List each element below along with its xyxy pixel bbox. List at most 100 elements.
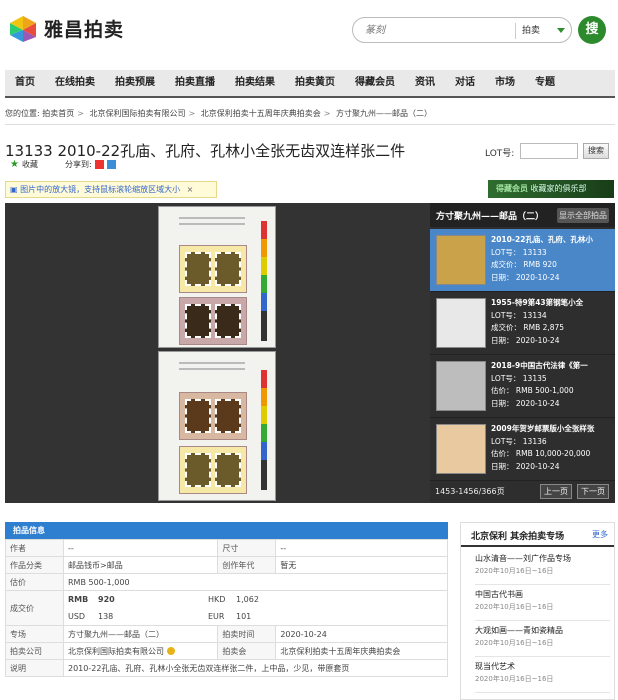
- panel-divider: [461, 545, 614, 547]
- company-value[interactable]: 北京保利国际拍卖有限公司: [68, 647, 164, 656]
- description-label: 说明: [5, 659, 64, 677]
- session-name[interactable]: 中国古代书画: [475, 589, 610, 600]
- show-all-button[interactable]: 显示全部拍品: [557, 208, 609, 223]
- breadcrumb-current[interactable]: 方寸聚九州——邮品（二）: [336, 109, 432, 118]
- auction-value[interactable]: 北京保利拍卖十五周年庆典拍卖会: [275, 642, 448, 660]
- session-list-item[interactable]: 山水清音——刘广作品专场 2020年10月16日~16日: [475, 553, 610, 585]
- lot-title[interactable]: 2009年贺岁邮票版小全张样张: [491, 423, 611, 436]
- collect-label: 收藏: [21, 160, 38, 169]
- search-input[interactable]: [365, 21, 505, 39]
- lot-number-label: LOT号:: [485, 149, 515, 159]
- breadcrumb-link[interactable]: 北京保利国际拍卖有限公司: [90, 109, 186, 118]
- author-label: 作者: [5, 539, 64, 557]
- sidebar-lot-item[interactable]: 2009年贺岁邮票版小全张样张 LOT号： 13136 估价： RMB 10,000…: [430, 418, 615, 481]
- search-category-select[interactable]: 拍卖: [522, 23, 540, 36]
- image-icon: ▣: [10, 185, 18, 194]
- lot-thumbnail[interactable]: [436, 361, 486, 411]
- sheet-text-line: [179, 368, 245, 370]
- stamp-sheet-image[interactable]: [158, 351, 276, 501]
- qzone-share-icon[interactable]: [106, 160, 116, 169]
- sheet-text-line: [179, 362, 245, 364]
- auction-label: 拍卖会: [217, 642, 277, 660]
- stamp-sheet-image[interactable]: [158, 206, 276, 348]
- company-cell[interactable]: 北京保利国际拍卖有限公司: [62, 642, 219, 660]
- lot-thumbnail[interactable]: [436, 235, 486, 285]
- hkd-label: HKD: [208, 595, 226, 604]
- nav-item[interactable]: 首页: [5, 70, 45, 96]
- member-slogan: 收藏家的俱乐部: [530, 184, 587, 193]
- nav-item[interactable]: 专题: [525, 70, 565, 96]
- session-date: 2020年10月16日~16日: [475, 603, 554, 611]
- nav-item[interactable]: 在线拍卖: [45, 70, 105, 96]
- image-viewer[interactable]: [5, 203, 430, 503]
- collect-button[interactable]: ★ 收藏: [10, 159, 38, 170]
- session-value[interactable]: 方寸聚九州——邮品（二）: [62, 625, 219, 643]
- prev-page-button[interactable]: 上一页: [540, 484, 572, 499]
- nav-item[interactable]: 资讯: [405, 70, 445, 96]
- session-list-item[interactable]: 现当代艺术 2020年10月16日~16日: [475, 661, 610, 693]
- sidebar-pager: 1453-1456/366页 上一页 下一页: [430, 481, 615, 503]
- lot-summary: 2018-9中国古代法律《第一 LOT号： 13135 估价： RMB 500-1,…: [491, 360, 611, 410]
- author-value: --: [62, 539, 219, 557]
- description-value: 2010-22孔庙、孔府、孔林小全张无齿双连样张二件，上中品，少见，带原套页: [63, 659, 448, 677]
- zoom-tip-text: 图片中的放大镜，支持鼠标滚轮缩放区域大小: [20, 185, 181, 194]
- weibo-share-icon[interactable]: [94, 160, 104, 169]
- logo-text[interactable]: 雅昌拍卖: [44, 15, 124, 42]
- sidebar-header: 方寸聚九州——邮品（二） 显示全部拍品: [430, 203, 615, 227]
- session-name[interactable]: 山水清音——刘广作品专场: [475, 553, 610, 564]
- stamp: [185, 304, 211, 338]
- lot-title[interactable]: 2010-22孔庙、孔府、孔林小: [491, 234, 611, 247]
- nav-item[interactable]: 市场: [485, 70, 525, 96]
- stamp: [185, 453, 211, 487]
- breadcrumb-link[interactable]: 北京保利拍卖十五周年庆典拍卖会: [201, 109, 321, 118]
- eur-value: 101: [236, 612, 252, 621]
- lot-thumbnail[interactable]: [436, 424, 486, 474]
- lot-thumbnail[interactable]: [436, 298, 486, 348]
- sidebar-title: 方寸聚九州——邮品（二）: [436, 212, 545, 222]
- sidebar-lot-item[interactable]: 2010-22孔庙、孔府、孔林小 LOT号： 13133 成交价： RMB 920 日…: [430, 229, 615, 292]
- chevron-down-icon[interactable]: [557, 28, 565, 33]
- lot-lot: LOT号： 13136: [491, 436, 547, 446]
- more-link[interactable]: 更多: [592, 529, 608, 540]
- nav-item[interactable]: 拍卖直播: [165, 70, 225, 96]
- session-name[interactable]: 现当代艺术: [475, 661, 610, 672]
- search-button[interactable]: 搜: [578, 16, 606, 44]
- category-value[interactable]: 邮品钱币>邮品: [62, 556, 219, 574]
- nav-item[interactable]: 得藏会员: [345, 70, 405, 96]
- year-label: 创作年代: [217, 556, 277, 574]
- lot-summary: 2010-22孔庙、孔府、孔林小 LOT号： 13133 成交价： RMB 920 日…: [491, 234, 611, 284]
- breadcrumb-lead: 您的位置:: [5, 109, 40, 118]
- breadcrumb-link[interactable]: 拍卖首页: [42, 109, 74, 118]
- search-box: 拍卖: [352, 17, 572, 43]
- close-icon[interactable]: ×: [187, 185, 194, 194]
- lot-search-button[interactable]: 搜索: [583, 143, 609, 159]
- artron-logo-icon[interactable]: [8, 14, 38, 44]
- main-nav: 首页 在线拍卖 拍卖预展 拍卖直播 拍卖结果 拍卖黄页 得藏会员 资讯 对话 市场 专题: [5, 70, 615, 96]
- table-row: 专场 方寸聚九州——邮品（二） 拍卖时间 2020-10-24: [5, 625, 448, 643]
- nav-item[interactable]: 对话: [445, 70, 485, 96]
- session-list-item[interactable]: 中国古代书画 2020年10月16日~16日: [475, 589, 610, 621]
- estimate-value: RMB 500-1,000: [63, 573, 448, 591]
- lot-info-table: 作者 -- 尺寸 -- 作品分类 邮品钱币>邮品 创作年代 暂无 估价 RMB …: [5, 539, 448, 677]
- lot-title[interactable]: 1955-特9第43第钢笔小全: [491, 297, 611, 310]
- lot-title[interactable]: 2018-9中国古代法律《第一: [491, 360, 611, 373]
- other-sessions-panel: 北京保利 其余拍卖专场 更多 山水清音——刘广作品专场 2020年10月16日~1…: [460, 522, 615, 700]
- member-brand: 得藏会员: [496, 184, 528, 193]
- lot-lot: LOT号： 13133: [491, 247, 547, 257]
- nav-item[interactable]: 拍卖预展: [105, 70, 165, 96]
- year-value: 暂无: [275, 556, 448, 574]
- lot-number-input[interactable]: [520, 143, 578, 159]
- time-value: 2020-10-24: [275, 625, 448, 643]
- sidebar-lot-item[interactable]: 1955-特9第43第钢笔小全 LOT号： 13134 成交价： RMB 2,875…: [430, 292, 615, 355]
- nav-item[interactable]: 拍卖结果: [225, 70, 285, 96]
- member-banner[interactable]: 得藏会员 收藏家的俱乐部: [488, 180, 614, 198]
- session-name[interactable]: 大观如画——青如瓷精品: [475, 625, 610, 636]
- share-bar: 分享到:: [65, 159, 116, 170]
- nav-item[interactable]: 拍卖黄页: [285, 70, 345, 96]
- next-page-button[interactable]: 下一页: [577, 484, 609, 499]
- certified-icon: [167, 646, 175, 655]
- lot-summary: 2009年贺岁邮票版小全张样张 LOT号： 13136 估价： RMB 10,000…: [491, 423, 611, 473]
- sidebar-lot-item[interactable]: 2018-9中国古代法律《第一 LOT号： 13135 估价： RMB 500-1,…: [430, 355, 615, 418]
- panel-title: 北京保利 其余拍卖专场: [471, 532, 565, 542]
- session-list-item[interactable]: 大观如画——青如瓷精品 2020年10月16日~16日: [475, 625, 610, 657]
